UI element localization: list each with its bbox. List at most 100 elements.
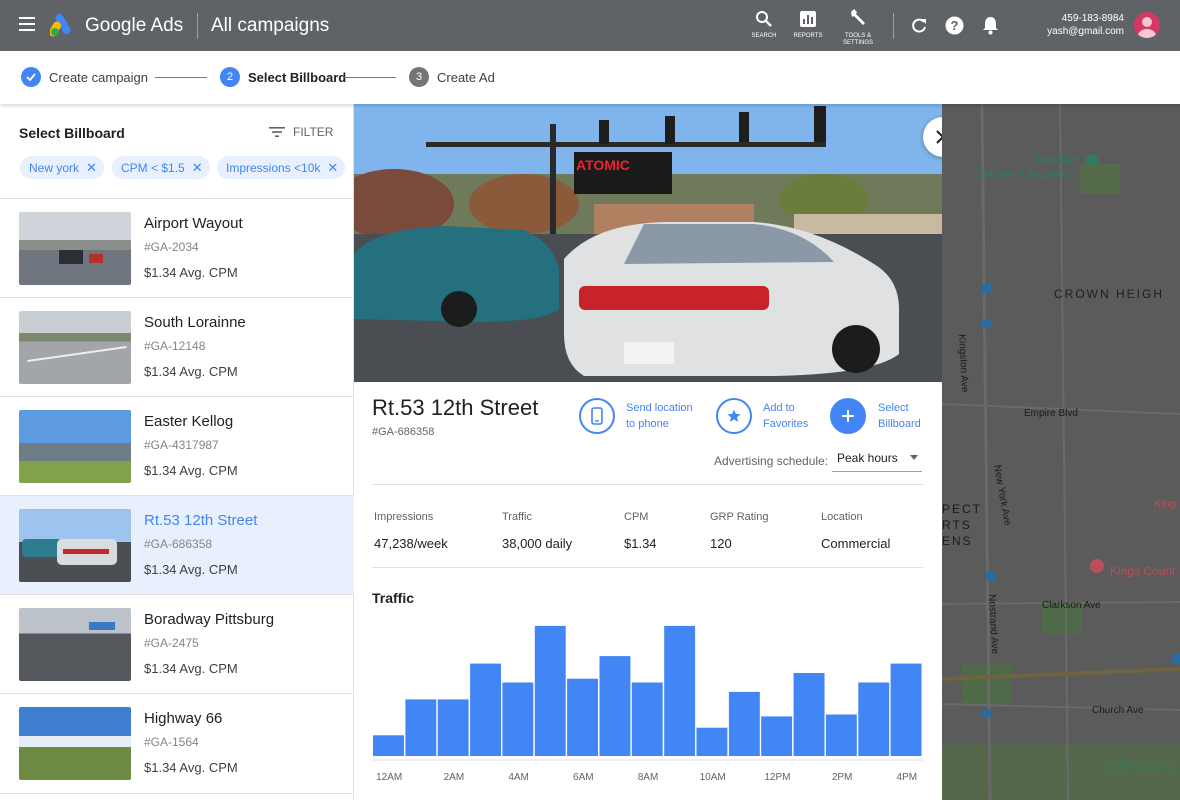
search-tool-label: SEARCH <box>751 33 777 39</box>
traffic-bar <box>599 656 631 756</box>
metric-value: 38,000 daily <box>502 536 573 551</box>
billboard-list-item-selected[interactable]: Rt.53 12th Street #GA-686358 $1.34 Avg. … <box>0 495 354 594</box>
select-billboard-button[interactable]: Select Billboard <box>830 398 921 434</box>
billboard-list-item[interactable]: Easter Kellog #GA-4317987 $1.34 Avg. CPM <box>0 396 354 495</box>
help-icon[interactable]: ? <box>945 16 964 35</box>
toolbar-divider <box>893 13 894 39</box>
close-icon[interactable]: ✕ <box>192 160 203 176</box>
filter-button[interactable]: FILTER <box>269 125 333 139</box>
user-avatar-icon <box>1138 17 1156 38</box>
traffic-bar <box>534 625 566 756</box>
tools-settings-button[interactable]: TOOLS & SETTINGS <box>836 8 880 47</box>
billboard-photo: ATOMIC <box>354 104 942 382</box>
metric-value: 120 <box>710 536 732 551</box>
map-label: RTS <box>942 518 972 532</box>
x-tick-label: 4PM <box>897 772 918 783</box>
account-email: yash@gmail.com <box>1047 26 1124 37</box>
step-label: Create campaign <box>49 69 148 85</box>
map-label: PECT <box>942 502 983 516</box>
map-label: Kings Count <box>1110 564 1176 578</box>
traffic-bar <box>890 663 922 756</box>
traffic-bar <box>437 699 469 756</box>
search-tool-button[interactable]: SEARCH <box>745 10 783 39</box>
billboard-name: Rt.53 12th Street <box>144 512 258 529</box>
traffic-bar <box>858 682 890 756</box>
billboard-code: #GA-2475 <box>144 636 199 650</box>
billboard-thumbnail <box>19 212 131 285</box>
traffic-bar <box>405 699 437 756</box>
billboard-list-item[interactable]: Highway 66 #GA-1564 $1.34 Avg. CPM <box>0 693 354 794</box>
refresh-icon[interactable] <box>910 17 928 35</box>
billboard-name: Easter Kellog <box>144 413 234 430</box>
metric-label: GRP Rating <box>710 511 769 523</box>
step-connector <box>344 77 396 78</box>
avatar[interactable] <box>1134 12 1160 38</box>
billboard-name: Airport Wayout <box>144 215 243 232</box>
campaign-stepper: Create campaign 2 Select Billboard 3 Cre… <box>0 51 1180 104</box>
filter-label: FILTER <box>293 125 334 139</box>
chip-label: CPM < $1.5 <box>121 160 185 175</box>
star-icon <box>716 398 752 434</box>
metric-value: Commercial <box>821 536 891 551</box>
traffic-bar <box>825 714 857 756</box>
plus-icon <box>830 398 866 434</box>
billboard-thumbnail <box>19 509 131 582</box>
step-number: 3 <box>409 67 429 87</box>
metric-value: $1.34 <box>624 536 657 551</box>
x-tick-label: 8AM <box>638 772 659 783</box>
map-label: Clarkson Ave <box>1042 600 1101 611</box>
step-create-campaign[interactable]: Create campaign <box>21 65 148 89</box>
schedule-label: Advertising schedule: <box>714 454 829 468</box>
filter-chip[interactable]: CPM < $1.5 ✕ <box>112 156 210 179</box>
map-panel[interactable]: Brooklyn Children's Museum CROWN HEIGH E… <box>942 104 1180 800</box>
send-location-button[interactable]: Send location to phone <box>579 398 693 434</box>
map-label: ENS <box>942 534 973 548</box>
billboard-sign-text: ATOMIC <box>576 157 630 173</box>
action-line2: Favorites <box>763 418 809 430</box>
section-divider <box>372 484 923 485</box>
map-label: Children's Museum <box>972 167 1075 181</box>
reports-icon <box>800 11 816 27</box>
traffic-bar <box>696 727 728 756</box>
step-connector <box>155 77 207 78</box>
metric-label: CPM <box>624 511 649 523</box>
map-background <box>942 104 1180 800</box>
metric-value: 47,238/week <box>374 536 448 551</box>
google-ads-logo-icon <box>50 13 71 37</box>
brand-name: Google Ads <box>85 15 184 36</box>
traffic-bar <box>664 625 696 756</box>
add-to-favorites-button[interactable]: Add to Favorites <box>716 398 808 434</box>
step-select-billboard[interactable]: 2 Select Billboard <box>220 65 346 89</box>
schedule-select[interactable]: Peak hours <box>832 444 922 472</box>
close-icon[interactable]: ✕ <box>86 160 97 176</box>
action-line2: to phone <box>626 418 669 430</box>
hamburger-menu-icon[interactable] <box>19 17 35 31</box>
action-line1: Send location <box>626 402 693 414</box>
billboard-detail-panel: ATOMIC Rt.53 12th Street #GA-686358 Send… <box>354 104 963 800</box>
step-create-ad[interactable]: 3 Create Ad <box>409 65 495 89</box>
step-number: 2 <box>220 67 240 87</box>
filter-chip[interactable]: Impressions <10k ✕ <box>217 156 346 179</box>
billboard-name: Highway 66 <box>144 710 223 727</box>
map-label: King <box>1154 498 1177 510</box>
tools-label-line1: TOOLS & <box>845 33 871 39</box>
billboard-name: Boradway Pittsburg <box>144 611 275 628</box>
metric-label: Traffic <box>502 511 532 523</box>
account-id: 459-183-8984 <box>1061 13 1124 24</box>
traffic-bar <box>728 691 760 756</box>
traffic-bar <box>502 682 534 756</box>
map-label: Church Ave <box>1092 705 1144 716</box>
billboard-code: #GA-1564 <box>144 735 199 749</box>
page-title: All campaigns <box>211 15 330 36</box>
map-label: CROWN HEIGH <box>1054 287 1164 301</box>
billboard-list-item[interactable]: Boradway Pittsburg #GA-2475 $1.34 Avg. C… <box>0 594 354 693</box>
close-icon[interactable]: ✕ <box>327 160 338 176</box>
reports-tool-button[interactable]: REPORTS <box>789 10 827 39</box>
notifications-bell-icon[interactable] <box>982 16 999 35</box>
billboard-list-item[interactable]: Airport Wayout #GA-2034 $1.34 Avg. CPM <box>0 198 354 297</box>
wrench-icon <box>851 9 865 25</box>
metric-label: Impressions <box>374 511 434 523</box>
filter-chip[interactable]: New york ✕ <box>20 156 104 179</box>
billboard-list-item[interactable]: South Lorainne #GA-12148 $1.34 Avg. CPM <box>0 297 354 396</box>
billboard-cpm: $1.34 Avg. CPM <box>144 661 238 676</box>
